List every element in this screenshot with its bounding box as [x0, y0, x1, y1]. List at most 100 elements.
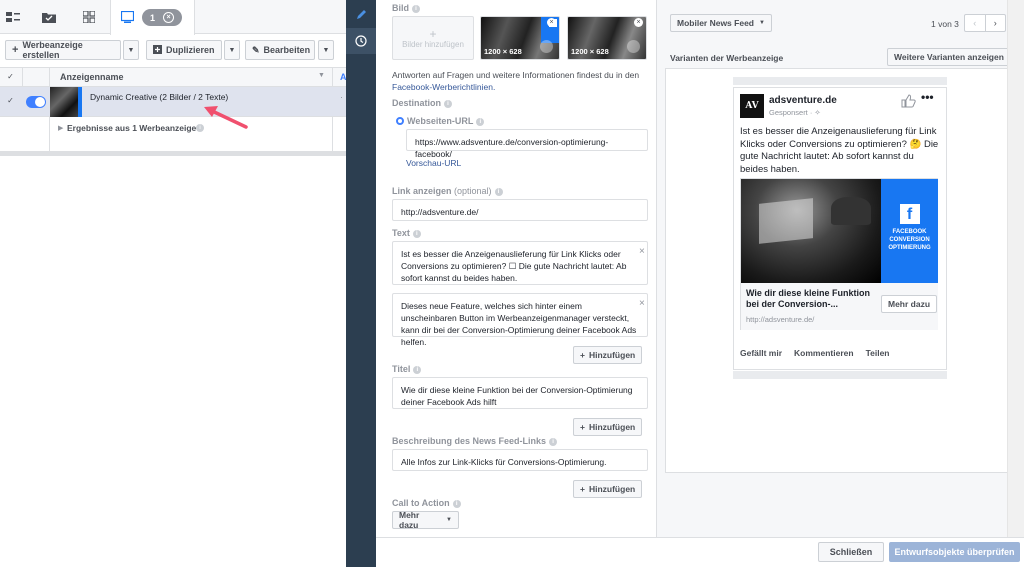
image-thumbnail-1[interactable]: f × 1200 × 628	[480, 16, 560, 60]
edit-button[interactable]: ✎ Bearbeiten	[245, 40, 315, 60]
cta-button[interactable]: Mehr dazu	[881, 295, 938, 313]
post-body: Ist es besser die Anzeigenauslieferung f…	[740, 126, 939, 175]
caret-down-icon: ▼	[127, 46, 135, 54]
help-text: Antworten auf Fragen und weitere Informa…	[392, 70, 640, 92]
caret-down-icon: ▼	[228, 46, 236, 54]
cta-select[interactable]: Mehr dazu ▼	[392, 510, 459, 530]
edit-dropdown-button[interactable]: ▼	[318, 40, 334, 60]
remove-text-1-icon[interactable]: ×	[639, 246, 645, 257]
info-icon[interactable]: i	[412, 229, 421, 238]
preview-url-link[interactable]: Vorschau-URL	[406, 158, 461, 168]
add-image-button[interactable]: + Bilder hinzufügen	[392, 16, 474, 60]
link-display-input[interactable]: http://adsventure.de/	[392, 199, 648, 221]
caret-down-icon: ▼	[759, 20, 765, 26]
feed-spacer	[733, 77, 947, 85]
add-text-button[interactable]: + Hinzufügen	[573, 346, 643, 364]
link-display-label: Link anzeigen (optional) i	[392, 186, 503, 196]
info-icon[interactable]: i	[196, 124, 204, 132]
link-attachment[interactable]: f FACEBOOK CONVERSION OPTIMIERUNG Wie di…	[740, 178, 938, 330]
title-input[interactable]: Wie dir diese kleine Funktion bei der Co…	[392, 377, 648, 409]
share-action[interactable]: Teilen	[866, 348, 890, 358]
placement-select[interactable]: Mobiler News Feed ▼	[670, 14, 772, 32]
thumbs-up-icon[interactable]	[901, 94, 916, 110]
review-drafts-button[interactable]: Entwurfsobjekte überprüfen	[889, 542, 1020, 562]
plus-icon: +	[12, 44, 19, 56]
expand-caret-icon[interactable]: ▶	[58, 124, 63, 132]
history-clock-icon[interactable]	[346, 28, 376, 54]
info-icon[interactable]: i	[452, 499, 461, 508]
image-thumbnail-2[interactable]: × 1200 × 628	[567, 16, 647, 60]
comment-action[interactable]: Kommentieren	[794, 348, 854, 358]
ad-status-toggle[interactable]	[26, 96, 46, 108]
create-ad-button[interactable]: + Werbeanzeige erstellen	[5, 40, 121, 60]
ad-policy-link[interactable]: Facebook-Werberichtlinien.	[392, 82, 495, 92]
sort-caret-icon[interactable]: ▼	[318, 72, 325, 79]
row-overflow: ·	[340, 92, 343, 102]
create-dropdown-button[interactable]: ▼	[123, 40, 139, 60]
crop-icon[interactable]	[540, 40, 553, 53]
remove-image-icon[interactable]: ×	[547, 18, 556, 27]
plus-icon: +	[580, 422, 585, 432]
info-icon[interactable]: i	[444, 99, 453, 108]
description-label: Beschreibung des News Feed-Links i	[392, 436, 558, 446]
preview-scrollbar[interactable]	[1007, 0, 1024, 537]
plus-icon: +	[580, 484, 585, 494]
selection-count-pill[interactable]: 1 ×	[142, 9, 182, 26]
duplicate-button[interactable]: Duplizieren	[146, 40, 222, 60]
info-icon[interactable]: i	[412, 4, 420, 13]
more-variants-button[interactable]: Weitere Varianten anzeigen	[887, 48, 1011, 66]
chevron-left-icon[interactable]: ‹	[965, 15, 986, 31]
text-input-2[interactable]: Dieses neue Feature, welches sich hinter…	[392, 293, 648, 347]
info-icon[interactable]: i	[413, 365, 422, 374]
website-url-input[interactable]: https://www.adsventure.de/conversion-opt…	[406, 129, 648, 159]
create-ad-label: Werbeanzeige erstellen	[22, 40, 83, 60]
column-header-ad-name[interactable]: Anzeigenname	[60, 72, 124, 82]
ad-name[interactable]: Dynamic Creative (2 Bilder / 2 Texte)	[90, 92, 228, 102]
chevron-right-icon[interactable]: ›	[986, 15, 1006, 31]
ad-preview-panel: Mobiler News Feed ▼ 1 von 3 ‹ › Variante…	[656, 0, 1024, 537]
ad-thumbnail-accent	[78, 87, 82, 117]
folder-check-icon[interactable]	[34, 0, 64, 34]
text-input-1[interactable]: Ist es besser die Anzeigenauslieferung f…	[392, 241, 648, 285]
select-all-checkbox[interactable]: ✓	[5, 72, 16, 83]
website-url-label: Webseiten-URL i	[407, 116, 485, 126]
close-button[interactable]: Schließen	[818, 542, 884, 562]
ad-icon	[120, 10, 135, 26]
panel-divider[interactable]	[0, 152, 346, 156]
attachment-photo	[741, 179, 881, 283]
duplicate-icon	[153, 44, 162, 56]
info-icon[interactable]: i	[549, 437, 558, 446]
clear-selection-icon[interactable]: ×	[163, 12, 175, 23]
results-row: ▶ Ergebnisse aus 1 Werbeanzeige i	[0, 117, 346, 152]
edit-pencil-icon[interactable]	[346, 0, 376, 28]
duplicate-dropdown-button[interactable]: ▼	[224, 40, 240, 60]
ad-thumbnail	[50, 87, 78, 117]
page-name[interactable]: adsventure.de	[769, 95, 837, 106]
feed-spacer	[733, 371, 947, 379]
add-description-button[interactable]: + Hinzufügen	[573, 480, 643, 498]
badge-line-2: CONVERSION	[889, 237, 930, 243]
sponsored-label: Gesponsert · ✧	[769, 108, 821, 117]
row-checkbox[interactable]: ✓	[5, 96, 16, 107]
info-icon[interactable]: i	[494, 187, 503, 196]
like-action[interactable]: Gefällt mir	[740, 348, 782, 358]
selection-count: 1	[150, 12, 156, 23]
remove-text-2-icon[interactable]: ×	[639, 298, 645, 309]
more-options-icon[interactable]: •••	[921, 90, 934, 104]
add-title-button[interactable]: + Hinzufügen	[573, 418, 643, 436]
remove-image-icon[interactable]: ×	[634, 18, 643, 27]
text-label: Text i	[392, 228, 421, 238]
preview-card: AV adsventure.de Gesponsert · ✧ ••• Ist …	[665, 68, 1017, 473]
campaign-icon[interactable]	[0, 0, 26, 34]
info-icon[interactable]: i	[476, 117, 485, 126]
website-url-radio[interactable]	[396, 117, 404, 125]
preview-pager: 1 von 3	[931, 19, 959, 29]
crop-icon[interactable]	[627, 40, 640, 53]
placement-label: Mobiler News Feed	[677, 18, 754, 28]
laptop-screen	[759, 198, 813, 244]
grid-icon[interactable]	[74, 0, 104, 34]
attachment-headline: Wie dir diese kleine Funktion bei der Co…	[746, 288, 870, 309]
description-input[interactable]: Alle Infos zur Link-Klicks für Conversio…	[392, 449, 648, 471]
caret-down-icon: ▼	[322, 46, 330, 54]
edit-label: Bearbeiten	[263, 45, 311, 55]
